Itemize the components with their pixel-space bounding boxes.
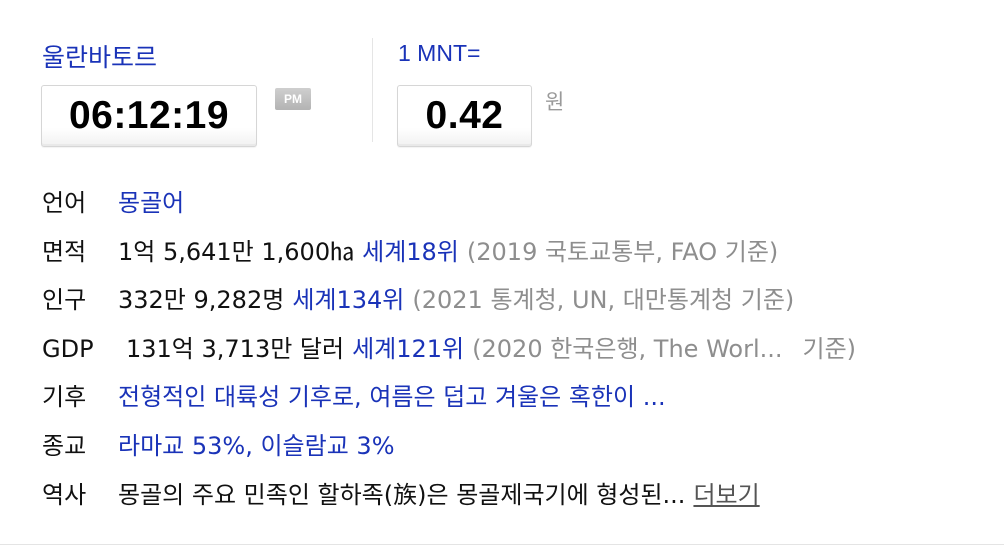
population-rank-link[interactable]: 세계134위 bbox=[292, 283, 404, 317]
currency-unit-link[interactable]: 1 MNT= bbox=[398, 40, 480, 67]
population-value: 332만 9,282명 bbox=[118, 286, 285, 315]
gdp-source-end: 기준) bbox=[802, 334, 857, 363]
info-label: 역사 bbox=[42, 480, 87, 509]
area-value: 1억 5,641만 1,600㏊ bbox=[118, 237, 355, 266]
area-rank-link[interactable]: 세계18위 bbox=[362, 235, 459, 269]
info-row-climate: 기후 전형적인 대륙성 기후로, 여름은 덥고 겨울은 혹한이 ... bbox=[42, 380, 856, 429]
info-row-population: 인구 332만 9,282명 세계134위 (2021 통계청, UN, 대만통… bbox=[42, 283, 856, 332]
history-text: 몽골의 주요 민족인 할하족(族)은 몽골제국기에 형성된... bbox=[118, 480, 686, 509]
info-label: 면적 bbox=[42, 237, 87, 266]
widget-divider bbox=[372, 38, 373, 142]
exchange-rate-display: 0.42 bbox=[397, 85, 532, 147]
gdp-source: (2020 한국은행, The Worl... bbox=[472, 334, 783, 363]
info-label: GDP bbox=[42, 334, 94, 363]
info-row-religion: 종교 라마교 53%, 이슬람교 3% bbox=[42, 429, 856, 478]
info-row-language: 언어 몽골어 bbox=[42, 186, 856, 235]
clock-city-link[interactable]: 울란바토르 bbox=[42, 38, 157, 74]
climate-link[interactable]: 전형적인 대륙성 기후로, 여름은 덥고 겨울은 혹한이 ... bbox=[118, 380, 666, 414]
religion-link[interactable]: 라마교 53%, 이슬람교 3% bbox=[118, 429, 395, 463]
area-source: (2019 국토교통부, FAO 기준) bbox=[466, 237, 779, 266]
gdp-value: 131억 3,713만 달러 bbox=[126, 334, 345, 363]
info-label: 인구 bbox=[42, 286, 87, 315]
clock-time-display: 06:12:19 bbox=[41, 85, 257, 147]
info-row-history: 역사 몽골의 주요 민족인 할하족(族)은 몽골제국기에 형성된... 더보기 bbox=[42, 478, 856, 527]
gdp-rank-link[interactable]: 세계121위 bbox=[352, 332, 464, 366]
more-link[interactable]: 더보기 bbox=[693, 478, 759, 512]
info-row-gdp: GDP 131억 3,713만 달러 세계121위 (2020 한국은행, Th… bbox=[42, 332, 856, 381]
population-source: (2021 통계청, UN, 대만통계청 기준) bbox=[412, 286, 795, 315]
info-row-area: 면적 1억 5,641만 1,600㏊ 세계18위 (2019 국토교통부, F… bbox=[42, 235, 856, 284]
info-label: 기후 bbox=[42, 383, 87, 412]
language-link[interactable]: 몽골어 bbox=[118, 186, 184, 220]
info-label: 언어 bbox=[42, 189, 87, 217]
target-currency-label: 원 bbox=[545, 90, 565, 114]
country-info-list: 언어 몽골어 면적 1억 5,641만 1,600㏊ 세계18위 (2019 국… bbox=[42, 186, 856, 526]
ampm-badge: PM bbox=[275, 88, 311, 110]
bottom-divider bbox=[0, 544, 1004, 545]
info-label: 종교 bbox=[42, 431, 87, 460]
